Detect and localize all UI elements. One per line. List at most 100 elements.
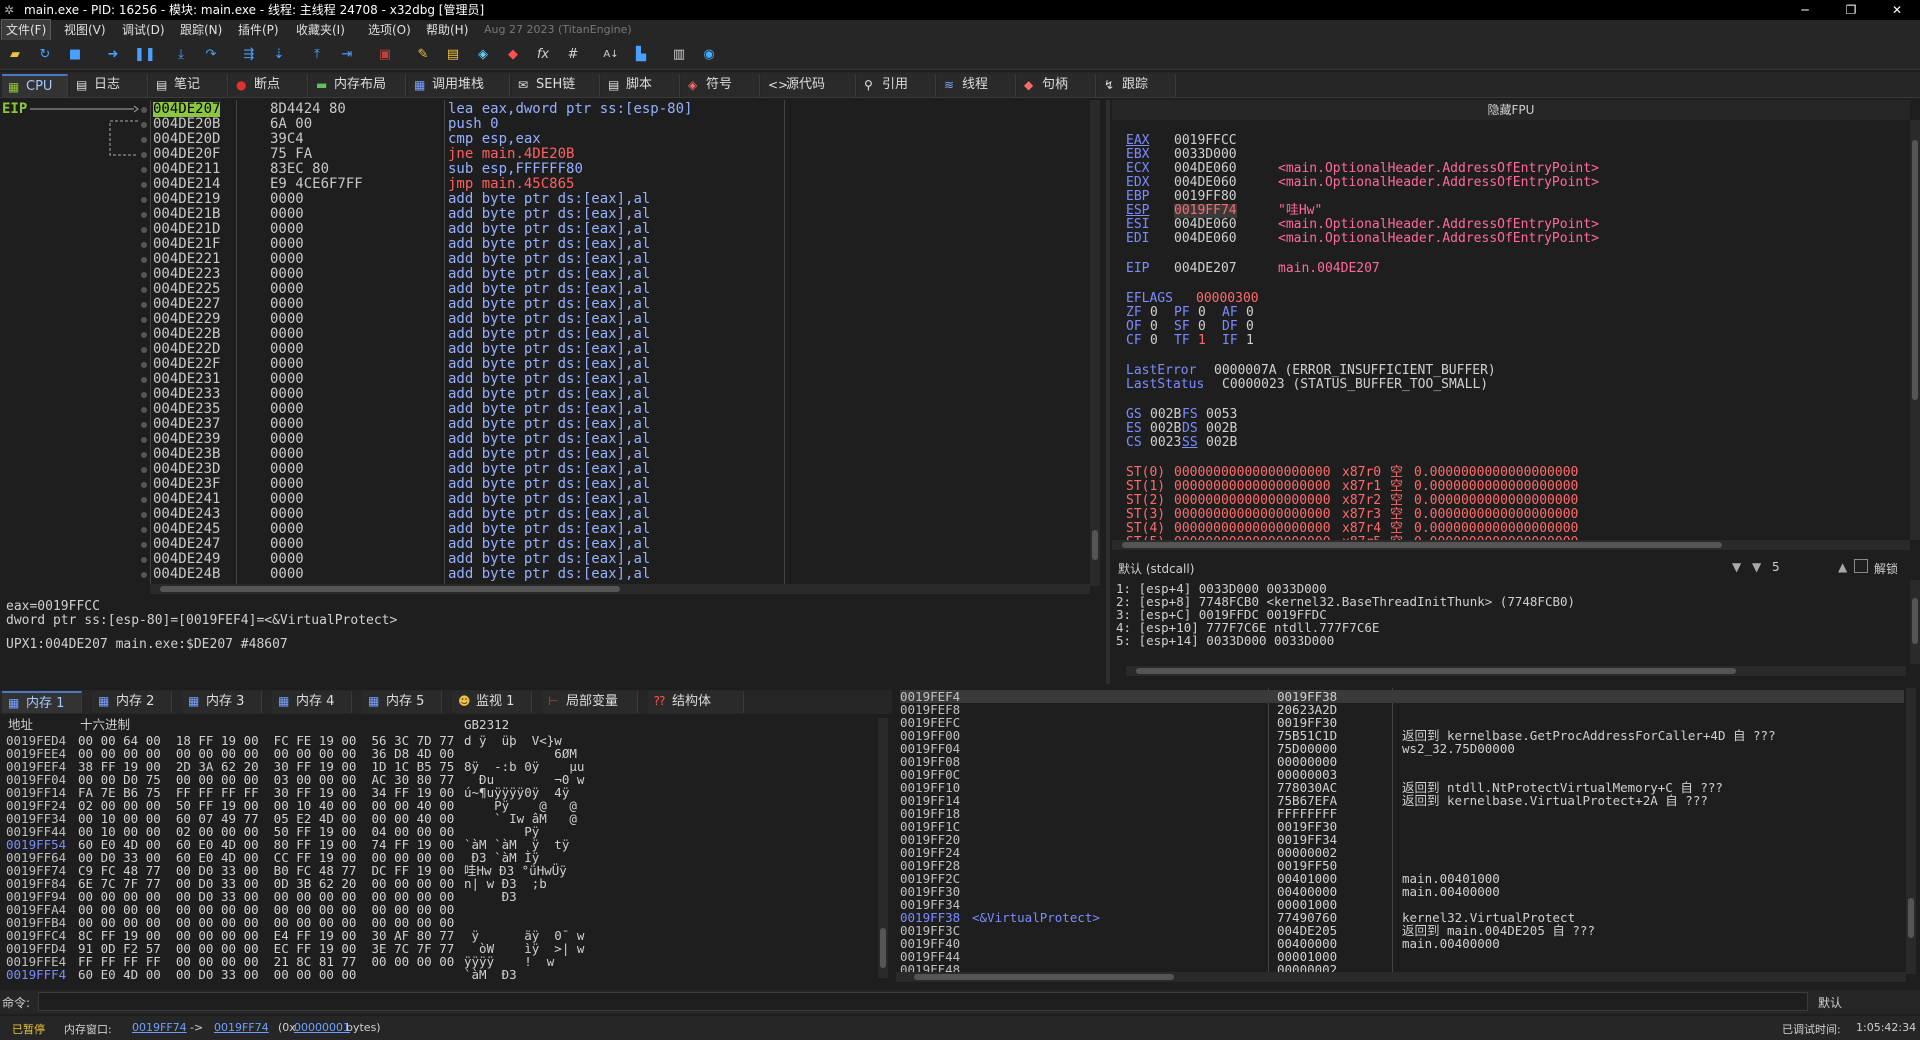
breakpoint-dot[interactable] [141, 302, 147, 308]
stack-row[interactable]: 0019FF24 00000002 [900, 846, 1904, 859]
disasm-row[interactable]: 004DE24B 0000 add byte ptr ds:[eax],al [0, 567, 1088, 582]
disasm-row[interactable]: 004DE22B 0000 add byte ptr ds:[eax],al [0, 327, 1088, 342]
strings-icon[interactable]: A↓ [602, 46, 620, 64]
args-vscroll[interactable] [1910, 580, 1920, 664]
dump-tab-8[interactable]: ⁇ 结构体 [648, 691, 744, 713]
command-mode-select[interactable]: 默认 [1818, 994, 1842, 1011]
disasm-row[interactable]: 004DE229 0000 add byte ptr ds:[eax],al [0, 312, 1088, 327]
callconv-dropdown-icon[interactable]: ▼ [1732, 560, 1741, 574]
tab-breakpoint[interactable]: ● 断点 [230, 74, 308, 97]
dump-tab-7[interactable]: ⊢ 局部变量 [542, 691, 638, 713]
disassembly-hscroll[interactable] [150, 584, 1090, 594]
eflags-row[interactable]: EFLAGS 00000300 [1126, 292, 1259, 306]
disasm-row[interactable]: 004DE20B 6A 00 push 0 [0, 117, 1088, 132]
tab-seh[interactable]: ✉ SEH链 [512, 74, 600, 97]
disasm-row[interactable]: 004DE21B 0000 add byte ptr ds:[eax],al [0, 207, 1088, 222]
breakpoint-dot[interactable] [141, 242, 147, 248]
dump-tab-5[interactable]: ▦ 内存 5 [362, 691, 442, 713]
disasm-row[interactable]: 004DE20F 75 FA jne main.4DE20B [0, 147, 1088, 162]
fpu-row[interactable]: ST(1) 00000000000000000000 x87r1 空 0.0000000… [1126, 480, 1578, 494]
calls-icon[interactable]: ▙ [632, 46, 650, 64]
breakpoint-dot[interactable] [141, 437, 147, 443]
close-button[interactable]: ✕ [1874, 0, 1920, 20]
register-value[interactable]: 0033D000 [1174, 148, 1237, 162]
menu-trace[interactable]: 跟踪(N) [176, 20, 226, 40]
bookmarks-icon[interactable]: ◆ [504, 46, 522, 64]
stack-row[interactable]: 0019FF08 00000000 [900, 755, 1904, 768]
segment-value[interactable]: 0023 [1150, 436, 1181, 450]
stack-row[interactable]: 0019FF30 00400000 main.00400000 [900, 885, 1904, 898]
register-row[interactable]: ESI 004DE060 <main.OptionalHeader.AddressO… [1126, 218, 1599, 232]
breakpoint-dot[interactable] [141, 317, 147, 323]
flag-value[interactable]: 0 [1198, 320, 1206, 334]
minimize-button[interactable]: ─ [1782, 0, 1828, 20]
fpu-row[interactable]: ST(2) 00000000000000000000 x87r2 空 0.0000000… [1126, 494, 1578, 508]
register-value[interactable]: 004DE060 [1174, 162, 1237, 176]
registers-view[interactable]: 隐藏FPU EAX 0019FFCC EBX 0033D000 ECX 004DE060 <… [1112, 100, 1920, 550]
breakpoint-dot[interactable] [141, 257, 147, 263]
register-value[interactable]: 0019FFCC [1174, 134, 1237, 148]
stack-row[interactable]: 0019FF20 0019FF34 [900, 833, 1904, 846]
register-row[interactable]: EAX 0019FFCC [1126, 134, 1237, 148]
tab-script[interactable]: ▤ 脚本 [602, 74, 680, 97]
disasm-row[interactable]: 004DE22D 0000 add byte ptr ds:[eax],al [0, 342, 1088, 357]
dump-ascii[interactable]: `àM Ð3 [464, 968, 517, 981]
splitter[interactable] [1106, 100, 1110, 684]
register-row[interactable]: EBP 0019FF80 [1126, 190, 1237, 204]
stack-row[interactable]: 0019FF1C 0019FF30 [900, 820, 1904, 833]
stack-row[interactable]: 0019FF40 00400000 main.00400000 [900, 937, 1904, 950]
flag-value[interactable]: 1 [1198, 334, 1206, 348]
stop-icon[interactable]: ■ [66, 46, 84, 64]
memory-dump[interactable]: 地址 十六进制 GB2312 0019FED4 00 00 64 00 18 FF… [0, 714, 892, 984]
menu-favourites[interactable]: 收藏夹(I) [292, 20, 349, 40]
dump-tab-3[interactable]: ▦ 内存 3 [182, 691, 262, 713]
breakpoint-dot[interactable] [141, 512, 147, 518]
stack-arg-row[interactable]: 5: [esp+14] 0033D000 0033D000 [1116, 634, 1334, 648]
disasm-row[interactable]: 004DE243 0000 add byte ptr ds:[eax],al [0, 507, 1088, 522]
menu-options[interactable]: 选项(O) [364, 20, 415, 40]
disasm-row[interactable]: 004DE241 0000 add byte ptr ds:[eax],al [0, 492, 1088, 507]
tab-callstack[interactable]: ▦ 调用堆栈 [408, 74, 510, 97]
breakpoint-dot[interactable] [141, 332, 147, 338]
argcount-dropdown-icon[interactable]: ▼ [1752, 560, 1761, 574]
fpu-row[interactable]: ST(0) 00000000000000000000 x87r0 空 0.0000000… [1126, 466, 1578, 480]
register-row[interactable]: ESP 0019FF74 "哇Hw" [1126, 204, 1322, 218]
menu-file[interactable]: 文件(F) [0, 19, 52, 41]
restart-icon[interactable]: ↻ [36, 46, 54, 64]
breakpoint-dot[interactable] [141, 497, 147, 503]
stack-hscroll[interactable] [896, 972, 1906, 982]
breakpoint-dot[interactable] [141, 557, 147, 563]
memory-size-link[interactable]: 00000001 [294, 1021, 350, 1034]
disasm-row[interactable]: 004DE233 0000 add byte ptr ds:[eax],al [0, 387, 1088, 402]
breakpoint-dot[interactable] [141, 227, 147, 233]
disasm-row[interactable]: 004DE249 0000 add byte ptr ds:[eax],al [0, 552, 1088, 567]
hide-fpu-button[interactable]: 隐藏FPU [1112, 100, 1910, 120]
dump-vscroll[interactable] [878, 718, 888, 978]
command-input[interactable] [38, 992, 1808, 1011]
tab-trace[interactable]: ↯ 跟踪 [1098, 74, 1176, 97]
flag-value[interactable]: 0 [1198, 306, 1206, 320]
breakpoint-dot[interactable] [141, 197, 147, 203]
flag-value[interactable]: 0 [1246, 306, 1254, 320]
breakpoint-dot[interactable] [141, 362, 147, 368]
breakpoint-dot[interactable] [141, 422, 147, 428]
stack-vscroll[interactable] [1906, 688, 1916, 974]
disasm-row[interactable]: 004DE245 0000 add byte ptr ds:[eax],al [0, 522, 1088, 537]
flag-value[interactable]: 0 [1150, 306, 1158, 320]
breakpoint-dot[interactable] [141, 212, 147, 218]
fpu-row[interactable]: ST(3) 00000000000000000000 x87r3 空 0.0000000… [1126, 508, 1578, 522]
breakpoint-dot[interactable] [141, 392, 147, 398]
disasm-row[interactable]: 004DE247 0000 add byte ptr ds:[eax],al [0, 537, 1088, 552]
breakpoint-dot[interactable] [141, 377, 147, 383]
disasm-row[interactable]: 004DE22F 0000 add byte ptr ds:[eax],al [0, 357, 1088, 372]
register-value[interactable]: 004DE060 [1174, 232, 1237, 246]
breakpoint-dot[interactable] [141, 137, 147, 143]
register-row[interactable]: EIP 004DE207 main.004DE207 [1126, 262, 1380, 276]
tab-cpu[interactable]: ▦ CPU [2, 74, 68, 97]
registers-hscroll[interactable] [1112, 540, 1910, 550]
breakpoint-dot[interactable] [141, 272, 147, 278]
breakpoint-dot[interactable] [141, 182, 147, 188]
step-into-icon[interactable]: ⤓ [172, 46, 190, 64]
register-row[interactable]: EBX 0033D000 [1126, 148, 1237, 162]
dump-tab-6[interactable]: ☻ 监视 1 [452, 691, 532, 713]
